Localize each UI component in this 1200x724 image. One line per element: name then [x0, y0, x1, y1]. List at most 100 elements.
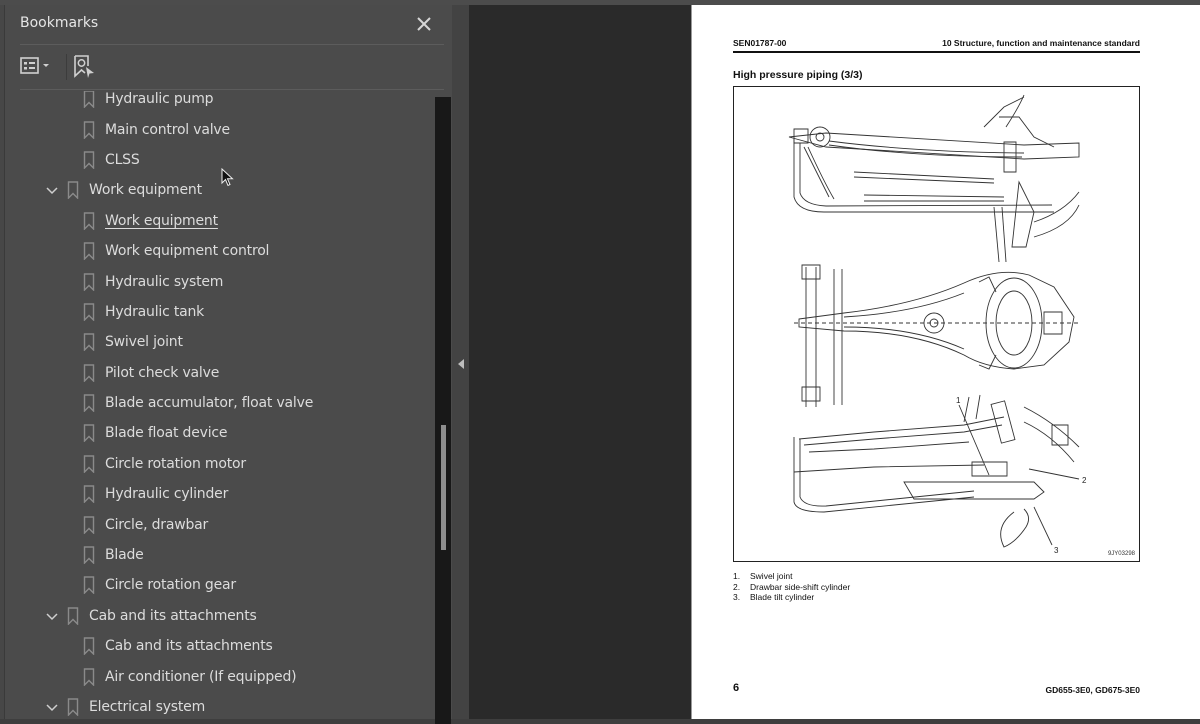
- bookmark-icon: [67, 607, 79, 625]
- bookmark-label: Hydraulic tank: [105, 303, 205, 320]
- bookmark-label: Hydraulic cylinder: [105, 486, 229, 503]
- bookmark-item[interactable]: Hydraulic pump: [5, 91, 430, 114]
- bookmark-item[interactable]: Circle, drawbar: [5, 509, 430, 539]
- bookmark-item[interactable]: Main control valve: [5, 114, 430, 144]
- piping-diagram-figure: 1 2 3 9JY03298: [733, 86, 1140, 562]
- legend-item: 3. Blade tilt cylinder: [733, 592, 850, 603]
- chevron-down-icon[interactable]: [45, 700, 59, 714]
- legend-number: 3.: [733, 592, 741, 602]
- scrollbar-thumb[interactable]: [441, 425, 446, 550]
- bookmark-label: Cab and its attachments: [89, 607, 257, 624]
- figure-legend: 1. Swivel joint 2. Drawbar side-shift cy…: [733, 571, 850, 603]
- legend-number: 1.: [733, 571, 741, 581]
- legend-item: 1. Swivel joint: [733, 571, 850, 582]
- bookmark-label: Work equipment: [89, 182, 202, 199]
- bookmark-label: Cab and its attachments: [105, 638, 273, 655]
- bookmark-item[interactable]: Blade float device: [5, 418, 430, 448]
- legend-number: 2.: [733, 581, 741, 592]
- list-options-icon: [20, 57, 49, 74]
- page-footer-model: GD655-3E0, GD675-3E0: [1045, 685, 1141, 695]
- bookmark-icon: [83, 364, 95, 382]
- find-current-bookmark-icon: [74, 55, 94, 78]
- bookmark-icon: [67, 181, 79, 200]
- callout-3: 3: [1054, 546, 1059, 555]
- bookmark-icon: [83, 242, 95, 261]
- bookmark-icon: [83, 333, 95, 352]
- collapse-panel-button[interactable]: [456, 356, 466, 370]
- bookmark-icon: [83, 212, 95, 230]
- header-divider: [20, 44, 444, 45]
- document-page: SEN01787-00 10 Structure, function and m…: [692, 5, 1200, 719]
- bookmark-icon: [67, 698, 79, 716]
- bookmark-label: Main control valve: [105, 121, 230, 138]
- bookmark-tree-list: Hydraulic pump Main control valve CLSS Work…: [5, 91, 430, 719]
- bookmark-label: Hydraulic pump: [105, 91, 214, 108]
- bookmark-item[interactable]: Blade accumulator, float valve: [5, 388, 430, 418]
- legend-text: Blade tilt cylinder: [750, 592, 815, 602]
- section-title: High pressure piping (3/3): [733, 69, 863, 81]
- bookmark-parent-item[interactable]: Cab and its attachments: [5, 601, 430, 631]
- find-current-bookmark-button[interactable]: [71, 53, 97, 81]
- page-header-chapter: 10 Structure, function and maintenance s…: [942, 38, 1140, 48]
- plan-view-middle: [794, 265, 1079, 407]
- bookmark-icon: [83, 151, 95, 169]
- bookmarks-panel: Bookmarks Hydraulic pump Main control va…: [5, 5, 452, 724]
- bookmark-icon: [83, 394, 95, 413]
- bookmark-label: Circle rotation gear: [105, 577, 236, 594]
- header-rule: [733, 51, 1140, 53]
- figure-id: 9JY03298: [1107, 551, 1135, 557]
- legend-item: 2. Drawbar side-shift cylinder: [733, 582, 850, 593]
- panel-title: Bookmarks: [20, 15, 99, 31]
- bookmark-icon: [83, 120, 95, 139]
- bookmark-item[interactable]: Pilot check valve: [5, 358, 430, 388]
- bookmark-item[interactable]: Work equipment control: [5, 236, 430, 266]
- page-number: 6: [733, 682, 740, 694]
- bookmark-item[interactable]: Circle rotation gear: [5, 570, 430, 600]
- bookmark-item[interactable]: Work equipment: [5, 206, 430, 236]
- bookmark-icon: [83, 91, 95, 109]
- bookmark-parent-item[interactable]: Work equipment: [5, 175, 430, 205]
- bookmark-item[interactable]: Swivel joint: [5, 327, 430, 357]
- bookmark-item[interactable]: Hydraulic tank: [5, 297, 430, 327]
- bookmark-label: Electrical system: [89, 699, 206, 715]
- legend-text: Swivel joint: [750, 571, 793, 581]
- document-viewer-background: [469, 5, 692, 719]
- bookmark-label: Hydraulic system: [105, 273, 224, 290]
- bookmark-item[interactable]: Cab and its attachments: [5, 631, 430, 661]
- bookmark-label: Pilot check valve: [105, 364, 220, 381]
- bookmark-item[interactable]: Hydraulic system: [5, 266, 430, 296]
- piping-diagram-drawing: 1 2 3: [734, 87, 1087, 555]
- bookmark-parent-item[interactable]: Electrical system: [5, 692, 430, 719]
- bookmark-label: Work equipment control: [105, 243, 270, 260]
- bookmark-icon: [83, 546, 95, 565]
- callout-1: 1: [956, 396, 961, 405]
- bookmark-item[interactable]: Air conditioner (If equipped): [5, 661, 430, 691]
- callout-leader-2: [1029, 469, 1079, 479]
- bookmark-icon: [83, 485, 95, 504]
- bookmarks-toolbar: [5, 46, 452, 89]
- bookmark-label: Blade accumulator, float valve: [105, 395, 314, 412]
- close-panel-button[interactable]: [413, 13, 435, 35]
- chevron-down-icon[interactable]: [45, 183, 59, 197]
- bookmark-item[interactable]: CLSS: [5, 145, 430, 175]
- bookmark-item[interactable]: Circle rotation motor: [5, 449, 430, 479]
- bookmark-item[interactable]: Hydraulic cylinder: [5, 479, 430, 509]
- bookmark-icon: [83, 272, 95, 291]
- scrollbar-track[interactable]: [435, 97, 451, 724]
- chevron-down-icon[interactable]: [45, 609, 59, 623]
- bookmark-label: Blade float device: [105, 425, 228, 442]
- callout-leader-1: [959, 405, 989, 475]
- close-icon: [417, 17, 431, 31]
- bookmark-item[interactable]: Blade: [5, 540, 430, 570]
- bookmark-icon: [83, 576, 95, 595]
- options-menu-button[interactable]: [19, 55, 55, 77]
- panel-header: Bookmarks: [5, 5, 452, 43]
- bookmark-icon: [83, 424, 95, 443]
- bookmark-label: Blade: [105, 547, 144, 564]
- bookmark-icon: [83, 303, 95, 321]
- callout-leader-3: [1034, 507, 1052, 545]
- bookmark-label: Air conditioner (If equipped): [105, 668, 297, 685]
- bookmark-icon: [83, 667, 95, 686]
- page-header-doc-id: SEN01787-00: [733, 38, 787, 48]
- legend-text: Drawbar side-shift cylinder: [750, 581, 851, 592]
